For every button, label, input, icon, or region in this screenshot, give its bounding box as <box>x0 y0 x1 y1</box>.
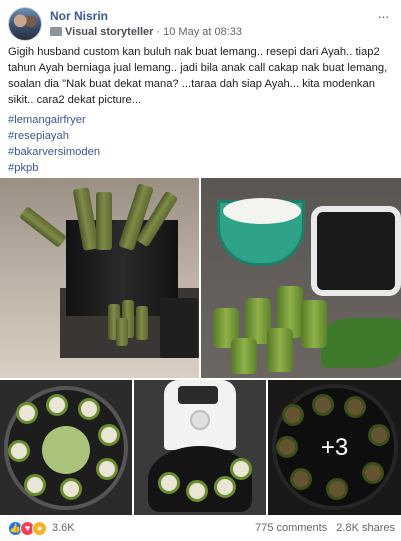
post-stats: 775 comments 2.8K shares <box>249 522 395 534</box>
separator: · <box>156 26 161 38</box>
center-bowl <box>42 426 90 474</box>
photo-bowl-fryer[interactable] <box>201 178 401 378</box>
comments-count[interactable]: 775 comments <box>255 522 327 534</box>
badge-icon <box>50 27 62 36</box>
coconut-milk <box>223 198 301 224</box>
photo-bamboo-bucket[interactable] <box>0 178 199 378</box>
author-name[interactable]: Nor Nisrin <box>50 9 108 23</box>
lemang-cup <box>158 472 180 494</box>
lemang-cup <box>230 458 252 480</box>
hashtag-link[interactable]: #resepiayah <box>8 128 100 144</box>
bamboo-cup <box>136 306 148 340</box>
airfryer-knob <box>190 410 210 430</box>
lemang-cup <box>231 338 257 374</box>
photo-fryer-topview[interactable] <box>0 380 132 515</box>
banana-leaf <box>321 318 401 368</box>
lemang-cup <box>267 328 293 372</box>
post-meta: Visual storyteller · 10 May at 08:33 <box>50 26 242 38</box>
post-header: Nor Nisrin Visual storyteller · 10 May at … <box>8 7 393 43</box>
post-body: Gigih husband custom kan buluh nak buat … <box>8 46 388 106</box>
baking-tray <box>160 298 198 358</box>
lemang-cup <box>78 398 100 420</box>
lemang-cup <box>60 478 82 500</box>
lemang-cup <box>16 402 38 424</box>
fryer-basket <box>311 206 401 296</box>
wow-icon: ● <box>32 520 47 536</box>
more-icon[interactable]: ··· <box>375 9 391 25</box>
lemang-cup <box>46 394 68 416</box>
lemang-cup <box>301 300 327 348</box>
hashtag-link[interactable]: #pkpb <box>8 160 100 176</box>
lemang-cup <box>24 474 46 496</box>
photo-airfryer[interactable] <box>134 380 266 515</box>
hashtag-list: #lemangairfryer #resepiayah #bakarversim… <box>8 112 100 176</box>
photo-cooked-lemang[interactable]: +3 <box>268 380 401 515</box>
post-text: Gigih husband custom kan buluh nak buat … <box>8 44 396 108</box>
lemang-cup <box>214 476 236 498</box>
post-footer: 👍 ♥ ● 3.6K 775 comments 2.8K shares <box>0 515 401 541</box>
post-card: Nor Nisrin Visual storyteller · 10 May at … <box>0 0 401 541</box>
reactions-summary[interactable]: 👍 ♥ ● 3.6K <box>8 520 75 536</box>
bamboo-stick <box>96 192 112 250</box>
control-panel <box>178 386 218 404</box>
avatar[interactable] <box>8 7 42 41</box>
bamboo-cup <box>116 318 128 346</box>
lemang-cup <box>98 424 120 446</box>
lemang-cup <box>8 440 30 462</box>
lemang-cup <box>96 458 118 480</box>
badge-label[interactable]: Visual storyteller <box>65 26 153 38</box>
reaction-count[interactable]: 3.6K <box>52 522 75 534</box>
more-photos-count[interactable]: +3 <box>268 380 401 515</box>
shares-count[interactable]: 2.8K shares <box>336 522 395 534</box>
hashtag-link[interactable]: #bakarversimoden <box>8 144 100 160</box>
hashtag-link[interactable]: #lemangairfryer <box>8 112 100 128</box>
timestamp[interactable]: 10 May at 08:33 <box>163 26 242 38</box>
photo-grid: +3 <box>0 178 401 515</box>
lemang-cup <box>186 480 208 502</box>
bamboo-stick <box>18 206 68 248</box>
